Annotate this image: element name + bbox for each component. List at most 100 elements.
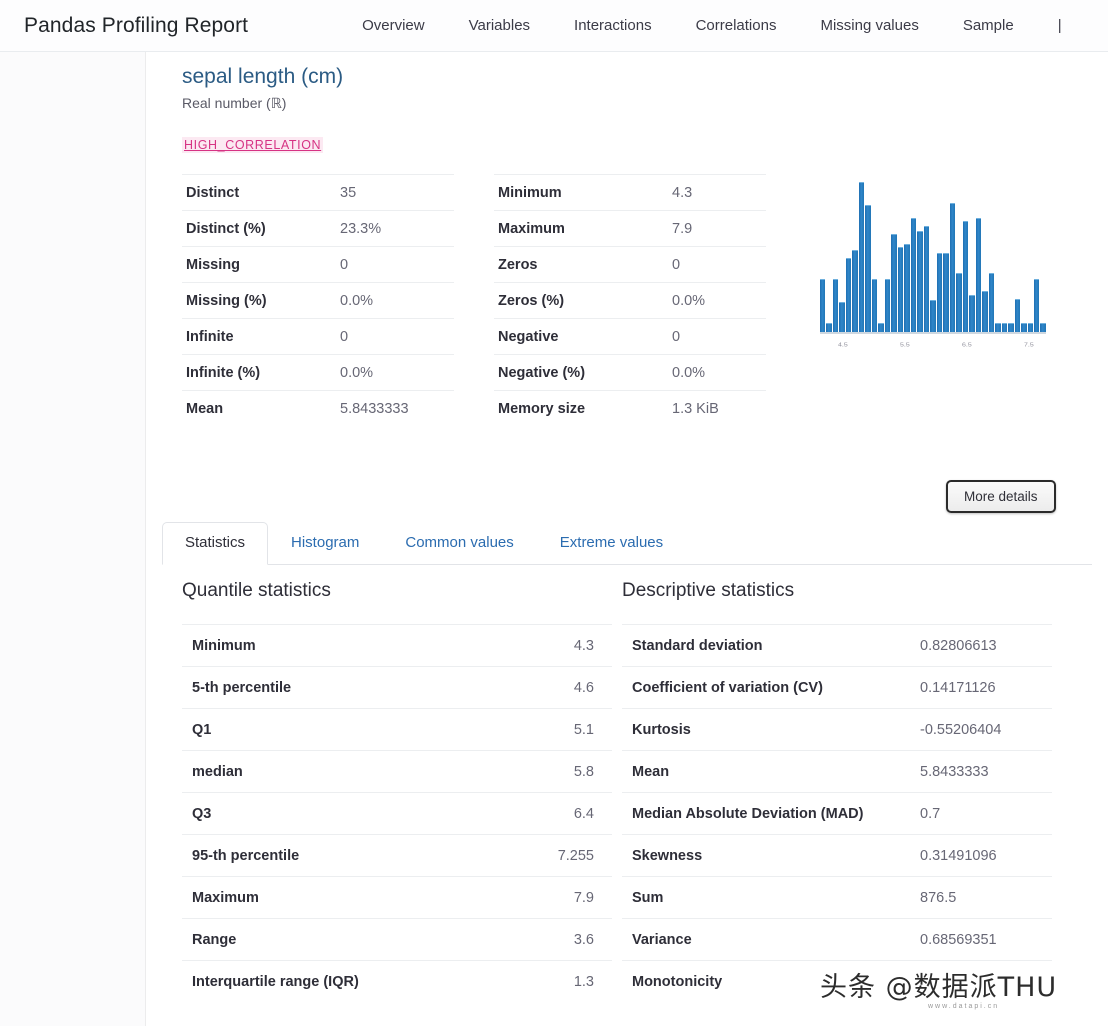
tab-histogram[interactable]: Histogram	[268, 522, 382, 565]
table-row: Interquartile range (IQR) 1.3	[182, 960, 612, 1002]
histogram-bars	[820, 170, 1046, 332]
histogram-bar	[845, 258, 852, 332]
stat-value: 0.0%	[336, 282, 454, 319]
stat-key: Mean	[622, 750, 910, 793]
table-row: Mean 5.8433333	[622, 750, 1052, 793]
table-row: Q1 5.1	[182, 708, 612, 751]
stat-key: Q3	[182, 792, 492, 835]
descriptive-statistics-title: Descriptive statistics	[622, 580, 795, 601]
stat-key: Memory size	[494, 390, 668, 426]
stat-value: 5.8433333	[336, 390, 454, 426]
histogram-bar	[949, 203, 956, 332]
stat-value: 0.0%	[336, 354, 454, 391]
table-row: Maximum 7.9	[182, 876, 612, 919]
table-row: Missing (%) 0.0%	[182, 282, 454, 319]
tab-statistics[interactable]: Statistics	[162, 522, 269, 565]
histogram-bar	[988, 272, 995, 332]
quantile-statistics-panel: Quantile statistics Minimum 4.3 5-th per…	[182, 580, 612, 1002]
histogram-bar	[1021, 322, 1027, 332]
table-row: Median Absolute Deviation (MAD) 0.7	[622, 792, 1052, 835]
nav-link-overview[interactable]: Overview	[340, 17, 447, 34]
histogram-bar	[923, 225, 930, 332]
table-row: Variance 0.68569351	[622, 918, 1052, 961]
histogram-tick-label: 4.5	[838, 342, 848, 349]
histogram-bar	[865, 204, 871, 332]
status-badge-high-correlation[interactable]: HIGH_CORRELATION	[182, 137, 324, 153]
table-row: Range 3.6	[182, 918, 612, 961]
variable-header: sepal length (cm) Real number (ℝ) HIGH_C…	[182, 64, 343, 154]
tab-common-values[interactable]: Common values	[382, 522, 536, 565]
table-row: Zeros (%) 0.0%	[494, 282, 766, 319]
stat-value: 876.5	[910, 876, 1052, 919]
stat-key: Infinite (%)	[182, 354, 336, 391]
stat-value: 7.9	[492, 876, 612, 919]
nav-link-interactions[interactable]: Interactions	[552, 17, 674, 34]
histogram-bar	[832, 279, 839, 332]
stat-value: -0.55206404	[910, 708, 1052, 751]
histogram-bar	[962, 220, 969, 332]
stat-key: Missing	[182, 246, 336, 283]
mini-histogram-chart: 4.5 5.5 6.5 7.5	[806, 170, 1056, 370]
nav-items: Overview Variables Interactions Correlat…	[340, 17, 1064, 34]
stat-key: Median Absolute Deviation (MAD)	[622, 792, 910, 835]
histogram-bar	[917, 230, 923, 332]
stat-key: Standard deviation	[622, 624, 910, 667]
stat-value	[910, 960, 1052, 1002]
nav-link-truncated[interactable]: |	[1036, 17, 1064, 34]
stat-value: 4.6	[492, 666, 612, 709]
stat-key: Mean	[182, 390, 336, 426]
table-row: 5-th percentile 4.6	[182, 666, 612, 709]
page-body: sepal length (cm) Real number (ℝ) HIGH_C…	[0, 52, 1108, 1026]
stat-value: 5.8	[492, 750, 612, 793]
histogram-bar	[852, 250, 858, 332]
histogram-bar	[1027, 322, 1033, 332]
stat-key: Interquartile range (IQR)	[182, 960, 492, 1002]
stat-key: median	[182, 750, 492, 793]
nav-link-correlations[interactable]: Correlations	[674, 17, 799, 34]
stat-value: 0.7	[910, 792, 1052, 835]
histogram-bar	[975, 217, 982, 332]
stat-key: Kurtosis	[622, 708, 910, 751]
nav-link-variables[interactable]: Variables	[447, 17, 552, 34]
stat-key: Skewness	[622, 834, 910, 877]
table-row: Infinite 0	[182, 318, 454, 355]
stat-value: 0.14171126	[910, 666, 1052, 709]
stat-value: 1.3 KiB	[668, 390, 766, 426]
histogram-bar	[871, 279, 878, 332]
histogram-bar	[826, 322, 832, 332]
histogram-bar	[858, 181, 865, 332]
app-title: Pandas Profiling Report	[24, 13, 249, 37]
more-details-button[interactable]: More details	[946, 480, 1056, 513]
histogram-bar	[982, 290, 988, 332]
table-row: Minimum 4.3	[494, 174, 766, 211]
histogram-bar	[1001, 322, 1008, 332]
stat-key: Maximum	[182, 876, 492, 919]
histogram-bar	[878, 322, 884, 332]
histogram-x-tick-labels: 4.5 5.5 6.5 7.5	[820, 342, 1046, 358]
table-row: Infinite (%) 0.0%	[182, 354, 454, 391]
table-row: 95-th percentile 7.255	[182, 834, 612, 877]
stat-value: 0	[336, 318, 454, 355]
histogram-bar	[904, 243, 910, 332]
stat-value: 4.3	[668, 174, 766, 211]
stat-key: Minimum	[182, 624, 492, 667]
table-row: Zeros 0	[494, 246, 766, 283]
nav-link-sample[interactable]: Sample	[941, 17, 1036, 34]
histogram-tick-label: 6.5	[962, 342, 972, 349]
badge-row: HIGH_CORRELATION	[182, 136, 343, 154]
histogram-bar	[910, 217, 917, 332]
tab-extreme-values[interactable]: Extreme values	[537, 522, 686, 565]
stat-key: Variance	[622, 918, 910, 961]
variable-section: sepal length (cm) Real number (ℝ) HIGH_C…	[146, 52, 1108, 1026]
table-row: Maximum 7.9	[494, 210, 766, 247]
stat-value: 5.1	[492, 708, 612, 751]
stat-value: 7.255	[492, 834, 612, 877]
stat-value: 0.0%	[668, 354, 766, 391]
histogram-bar	[969, 295, 975, 332]
table-row: Distinct 35	[182, 174, 454, 211]
nav-link-missing-values[interactable]: Missing values	[798, 17, 940, 34]
variable-tabs: Statistics Histogram Common values Extre…	[162, 522, 1092, 565]
stat-value: 0	[668, 318, 766, 355]
quantile-statistics-title: Quantile statistics	[182, 580, 331, 601]
stat-key: Zeros (%)	[494, 282, 668, 319]
